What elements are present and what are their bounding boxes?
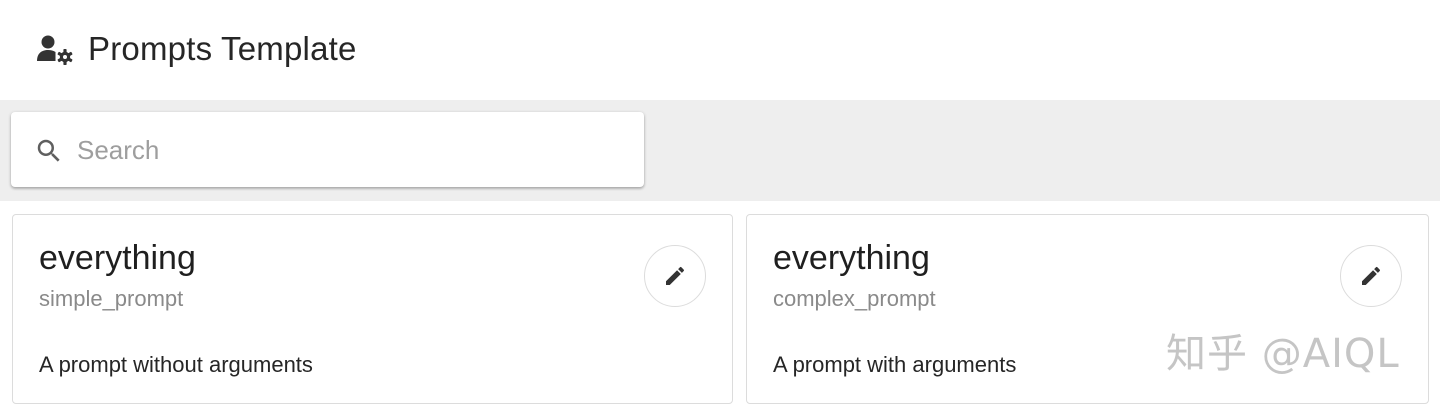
- edit-icon: [666, 266, 685, 285]
- manage-accounts-icon: [37, 35, 73, 65]
- edit-icon: [1362, 266, 1381, 285]
- search-toolbar: [0, 100, 1440, 201]
- search-input[interactable]: [77, 130, 617, 170]
- card-title: everything: [39, 239, 196, 277]
- card-subtitle: complex_prompt: [773, 286, 936, 311]
- prompt-card[interactable]: everything simple_prompt A prompt withou…: [12, 214, 733, 404]
- page-title: Prompts Template: [88, 30, 357, 67]
- edit-button[interactable]: [644, 245, 706, 307]
- search-icon: [37, 139, 60, 162]
- search-box[interactable]: [11, 112, 644, 187]
- card-subtitle: simple_prompt: [39, 286, 184, 311]
- card-description: A prompt with arguments: [773, 352, 1017, 377]
- card-description: A prompt without arguments: [39, 352, 313, 377]
- card-title: everything: [773, 239, 930, 277]
- watermark: 知乎 @AIQL: [1166, 331, 1400, 377]
- page-header: Prompts Template: [0, 0, 1440, 100]
- edit-button[interactable]: [1340, 245, 1402, 307]
